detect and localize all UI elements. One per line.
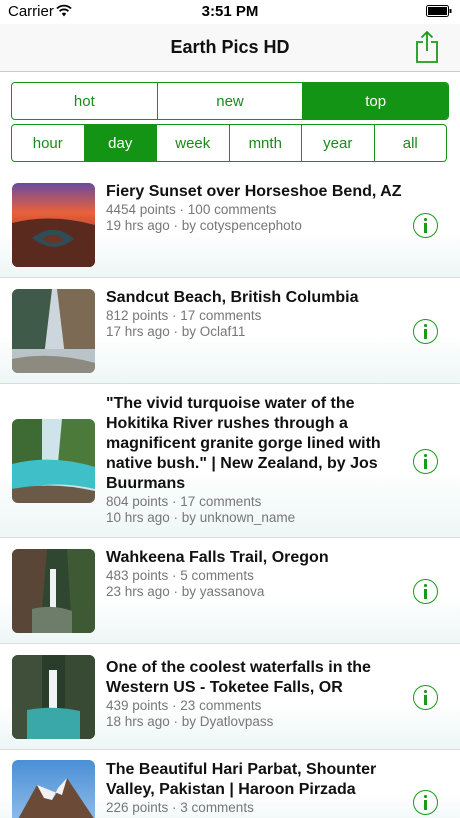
post-byline: 19 hrs ago · by cotyspencephoto bbox=[106, 218, 302, 233]
post-stats: 226 points · 3 comments bbox=[106, 800, 254, 815]
post-title[interactable]: Wahkeena Falls Trail, Oregon bbox=[106, 548, 402, 568]
post-row[interactable]: Wahkeena Falls Trail, Oregon 483 points ·… bbox=[0, 538, 460, 644]
post-thumbnail[interactable] bbox=[12, 549, 95, 633]
post-thumbnail[interactable] bbox=[12, 183, 95, 267]
post-title[interactable]: The Beautiful Hari Parbat, Shounter Vall… bbox=[106, 760, 402, 800]
tab-top[interactable]: top bbox=[303, 83, 448, 119]
post-stats: 804 points · 17 comments bbox=[106, 494, 262, 509]
post-thumbnail[interactable] bbox=[12, 289, 95, 373]
tab-year[interactable]: year bbox=[302, 125, 375, 161]
post-row[interactable]: Fiery Sunset over Horseshoe Bend, AZ 4454… bbox=[0, 172, 460, 278]
tab-hour[interactable]: hour bbox=[12, 125, 85, 161]
info-icon[interactable] bbox=[413, 319, 438, 344]
post-byline: 10 hrs ago · by unknown_name bbox=[106, 510, 296, 525]
tab-hot[interactable]: hot bbox=[12, 83, 158, 119]
post-title[interactable]: One of the coolest waterfalls in the Wes… bbox=[106, 658, 402, 698]
sort-segmented-control: hot new top bbox=[11, 82, 449, 120]
post-title[interactable]: Sandcut Beach, British Columbia bbox=[106, 288, 402, 308]
tab-all[interactable]: all bbox=[375, 125, 447, 161]
tab-new[interactable]: new bbox=[158, 83, 304, 119]
post-row[interactable]: "The vivid turquoise water of the Hokiti… bbox=[0, 384, 460, 538]
info-icon[interactable] bbox=[413, 449, 438, 474]
post-byline: 18 hrs ago · by Dyatlovpass bbox=[106, 714, 274, 729]
battery-icon bbox=[426, 5, 452, 17]
info-icon[interactable] bbox=[413, 213, 438, 238]
info-icon[interactable] bbox=[413, 685, 438, 710]
post-stats: 439 points · 23 comments bbox=[106, 698, 262, 713]
share-icon[interactable] bbox=[414, 30, 440, 64]
status-time: 3:51 PM bbox=[201, 3, 259, 20]
post-list: Fiery Sunset over Horseshoe Bend, AZ 4454… bbox=[0, 172, 460, 818]
post-title[interactable]: "The vivid turquoise water of the Hokiti… bbox=[106, 394, 402, 494]
post-row[interactable]: One of the coolest waterfalls in the Wes… bbox=[0, 644, 460, 750]
post-row[interactable]: Sandcut Beach, British Columbia 812 point… bbox=[0, 278, 460, 384]
post-byline: 23 hrs ago · by yassanova bbox=[106, 584, 265, 599]
tab-week[interactable]: week bbox=[157, 125, 230, 161]
post-thumbnail[interactable] bbox=[12, 655, 95, 739]
post-title[interactable]: Fiery Sunset over Horseshoe Bend, AZ bbox=[106, 182, 402, 202]
post-stats: 4454 points · 100 comments bbox=[106, 202, 277, 217]
page-title: Earth Pics HD bbox=[170, 37, 290, 57]
info-icon[interactable] bbox=[413, 579, 438, 604]
post-thumbnail[interactable] bbox=[12, 419, 95, 503]
navigation-bar: Earth Pics HD bbox=[0, 24, 460, 72]
status-bar: Carrier 3:51 PM bbox=[0, 0, 460, 24]
post-row[interactable]: The Beautiful Hari Parbat, Shounter Vall… bbox=[0, 750, 460, 818]
post-stats: 483 points · 5 comments bbox=[106, 568, 254, 583]
time-segmented-control: hour day week mnth year all bbox=[11, 124, 447, 162]
post-stats: 812 points · 17 comments bbox=[106, 308, 262, 323]
post-byline: 17 hrs ago · by Oclaf11 bbox=[106, 324, 246, 339]
info-icon[interactable] bbox=[413, 790, 438, 815]
tab-mnth[interactable]: mnth bbox=[230, 125, 302, 161]
post-thumbnail[interactable] bbox=[12, 760, 95, 818]
tab-day[interactable]: day bbox=[84, 125, 157, 161]
